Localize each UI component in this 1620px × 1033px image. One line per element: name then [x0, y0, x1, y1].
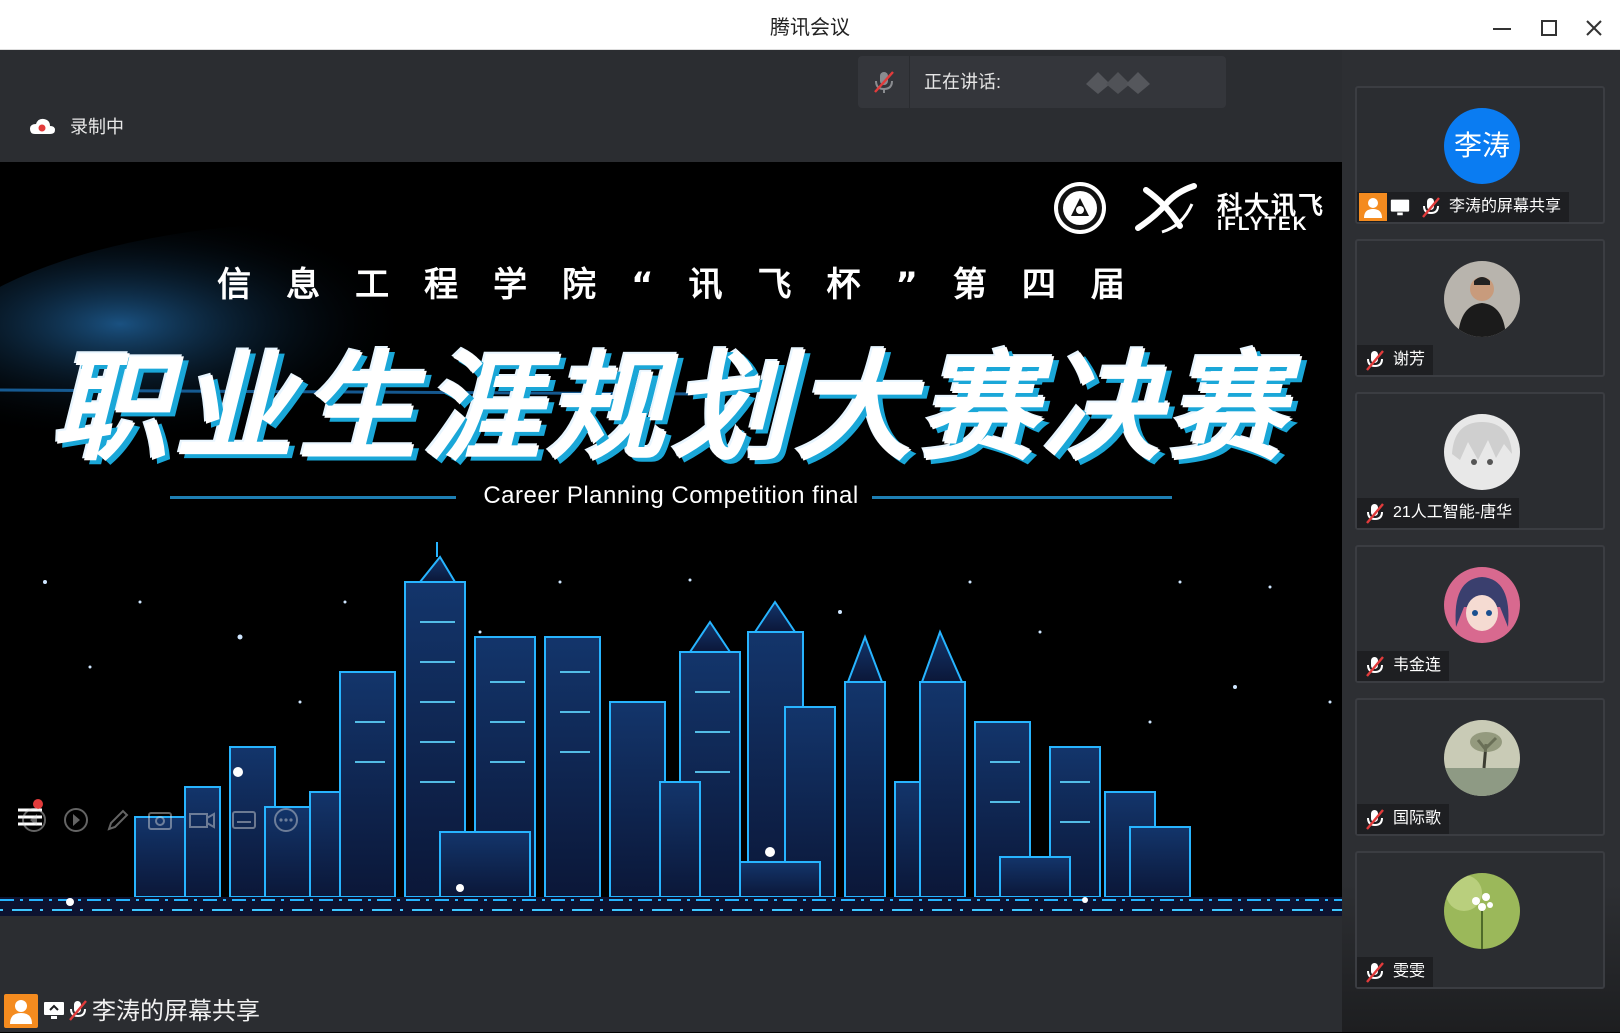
- window-title: 腾讯会议: [770, 17, 850, 39]
- participant-nametag: 雯雯: [1357, 957, 1433, 987]
- participant-name: 李涛的屏幕共享: [1449, 198, 1562, 215]
- screen-share-icon: [44, 1002, 64, 1019]
- muted-mic-icon: [69, 1000, 87, 1021]
- more-button[interactable]: [270, 804, 302, 836]
- host-badge: [1359, 193, 1387, 221]
- prev-slide-button[interactable]: [18, 804, 50, 836]
- more-icon: [274, 808, 298, 832]
- next-slide-button[interactable]: [60, 804, 92, 836]
- brand-name-en: iFLYTEK: [1217, 214, 1309, 235]
- speaking-mic-box: [858, 56, 910, 108]
- participant-name: 谢芳: [1393, 351, 1426, 368]
- anime-avatar-icon: [1444, 414, 1520, 490]
- close-button[interactable]: [1578, 12, 1610, 44]
- maximize-button[interactable]: [1533, 12, 1565, 44]
- person-photo-icon: [1444, 261, 1520, 337]
- muted-mic-icon: [1366, 350, 1384, 371]
- anime-girl-avatar-icon: [1444, 567, 1520, 643]
- screen-share-icon: [1390, 199, 1410, 216]
- participant-nametag: 韦金连: [1357, 651, 1449, 681]
- title-bar: 腾讯会议: [0, 0, 1620, 50]
- speaker-blur-icon: [1086, 72, 1150, 94]
- cloud-record-icon: [30, 118, 55, 134]
- participant-name: 韦金连: [1393, 657, 1442, 674]
- shared-screen: 科大讯飞 iFLYTEK 信息工程学院“讯飞杯”第四届 职业生涯规划大赛决赛 C…: [0, 162, 1342, 916]
- pen-tool-button[interactable]: [102, 804, 134, 836]
- minimize-icon: [1493, 28, 1511, 30]
- participant-nametag: 李涛的屏幕共享: [1357, 192, 1569, 222]
- landscape-avatar-icon: [1444, 720, 1520, 796]
- muted-mic-icon: [1366, 503, 1384, 524]
- participant-tile[interactable]: 谢芳: [1355, 239, 1605, 377]
- participant-tile[interactable]: 李涛 李涛的屏幕共享: [1355, 86, 1605, 224]
- meeting-window: 腾讯会议 正在讲话: 录制中 科大讯飞 iFLYTEK 信息工程学院“讯飞杯”第…: [0, 0, 1620, 1032]
- recording-label: 录制中: [70, 117, 124, 137]
- flower-avatar-icon: [1444, 873, 1520, 949]
- screenshot-button[interactable]: [144, 804, 176, 836]
- person-icon: [10, 1000, 32, 1024]
- participant-tile[interactable]: 韦金连: [1355, 545, 1605, 683]
- participant-nametag: 谢芳: [1357, 345, 1433, 375]
- muted-mic-icon: [1366, 962, 1384, 983]
- subtitle-icon: [232, 811, 256, 829]
- participant-list: 李涛 李涛的屏幕共享 谢芳 21人工智能-唐华 韦金连 国际歌 雯雯: [1342, 50, 1620, 1032]
- muted-mic-icon: [1422, 197, 1440, 218]
- muted-mic-icon: [874, 71, 894, 93]
- participant-nametag: 21人工智能-唐华: [1357, 498, 1519, 528]
- participant-name: 国际歌: [1393, 810, 1442, 827]
- camera-icon: [148, 812, 172, 830]
- slide-subtitle: 信息工程学院“讯飞杯”第四届: [217, 265, 1160, 305]
- person-icon: [1364, 198, 1382, 218]
- avatar: [1444, 261, 1520, 337]
- main-stage: 正在讲话: 录制中 科大讯飞 iFLYTEK 信息工程学院“讯飞杯”第四届 职业…: [0, 50, 1342, 1032]
- chevron-right-icon: [64, 808, 88, 832]
- close-icon: [1586, 20, 1602, 36]
- avatar: [1444, 414, 1520, 490]
- screen-share-label: 李涛的屏幕共享: [92, 998, 260, 1025]
- avatar: [1444, 873, 1520, 949]
- avatar: 李涛: [1444, 108, 1520, 184]
- slide-english-title: Career Planning Competition final: [483, 482, 859, 509]
- speaking-label: 正在讲话:: [924, 72, 1002, 92]
- participant-tile[interactable]: 21人工智能-唐华: [1355, 392, 1605, 530]
- iflytek-logo-icon: [1135, 183, 1197, 234]
- slide-title: 职业生涯规划大赛决赛: [50, 338, 1291, 477]
- avatar: [1444, 567, 1520, 643]
- participant-name: 雯雯: [1393, 963, 1426, 980]
- avatar: [1444, 720, 1520, 796]
- pencil-icon: [107, 809, 129, 831]
- muted-mic-icon: [1366, 656, 1384, 677]
- participant-tile[interactable]: 国际歌: [1355, 698, 1605, 836]
- university-emblem-icon: [1054, 182, 1106, 234]
- video-icon: [189, 812, 215, 829]
- host-badge: [4, 994, 38, 1028]
- participant-tile[interactable]: 雯雯: [1355, 851, 1605, 989]
- participant-nametag: 国际歌: [1357, 804, 1449, 834]
- chevron-left-icon: [22, 808, 46, 832]
- speaking-indicator: 正在讲话:: [858, 56, 1226, 108]
- maximize-icon: [1541, 20, 1557, 36]
- muted-mic-icon: [1366, 809, 1384, 830]
- minimize-button[interactable]: [1486, 12, 1518, 44]
- subtitle-button[interactable]: [228, 804, 260, 836]
- video-button[interactable]: [186, 804, 218, 836]
- participant-name: 21人工智能-唐华: [1393, 504, 1513, 521]
